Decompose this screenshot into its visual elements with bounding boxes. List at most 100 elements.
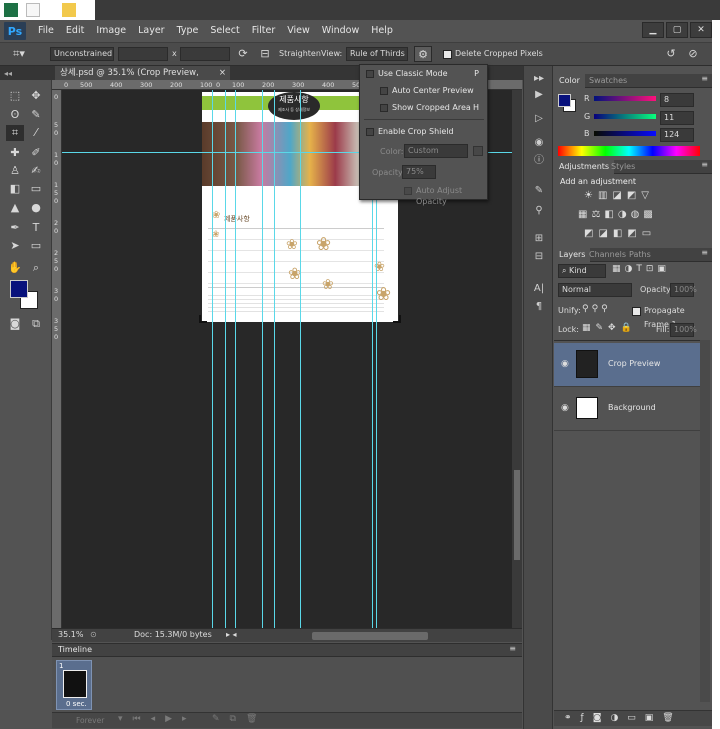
actions-panel-icon[interactable]: ▷ <box>531 112 547 126</box>
layer-filter-kind[interactable]: ⌕ Kind <box>558 264 606 278</box>
color-spectrum[interactable] <box>558 146 700 156</box>
status-icon[interactable]: ⊙ <box>90 630 97 639</box>
zoom-tool-icon[interactable]: ⌕ <box>27 260 45 276</box>
foreground-color-swatch[interactable] <box>10 280 28 298</box>
screen-mode-icon[interactable]: ⧉ <box>27 316 45 332</box>
menu-layer[interactable]: Layer <box>132 20 171 42</box>
info-panel-icon[interactable]: ⓘ <box>531 154 547 168</box>
color-panel-menu-icon[interactable]: ≡ <box>701 74 708 83</box>
r-slider[interactable] <box>594 96 656 101</box>
menu-edit[interactable]: Edit <box>60 20 90 42</box>
g-value[interactable]: 11 <box>660 111 694 125</box>
menu-view[interactable]: View <box>281 20 316 42</box>
shield-color-swatch[interactable] <box>473 146 483 156</box>
paragraph-panel-icon[interactable]: ¶ <box>531 300 547 314</box>
path-select-tool-icon[interactable]: ➤ <box>6 238 24 254</box>
playback-buttons[interactable]: ▾⏮◂▶▸ <box>118 714 197 724</box>
canvas-scroll-thumb[interactable] <box>514 470 520 560</box>
tab-paths[interactable]: Paths <box>624 248 656 262</box>
clone-source-icon[interactable]: ⚲ <box>531 204 547 218</box>
animation-frame[interactable]: 1 0 sec. <box>56 660 92 710</box>
document-tab-close[interactable]: × <box>219 66 226 80</box>
show-cropped-checkbox[interactable] <box>380 104 388 112</box>
reset-icon[interactable]: ↺ <box>662 46 680 62</box>
layer-row-background[interactable]: ◉ Background <box>554 387 700 431</box>
gear-icon[interactable]: ⚙ <box>414 46 432 62</box>
timeline-menu-icon[interactable]: ≡ <box>509 644 516 653</box>
pen-tool-icon[interactable]: ✒ <box>6 220 24 236</box>
shape-tool-icon[interactable]: ▭ <box>27 238 45 254</box>
quick-mask-icon[interactable]: ◙ <box>6 316 24 332</box>
horizontal-scroll-thumb[interactable] <box>312 632 428 640</box>
healing-tool-icon[interactable]: ✚ <box>6 145 24 161</box>
marquee-tool-icon[interactable]: ⬚ <box>6 88 24 104</box>
menu-window[interactable]: Window <box>316 20 365 42</box>
layer-row-crop-preview[interactable]: ◉ Crop Preview <box>554 343 700 387</box>
adjustment-icons-row-1[interactable]: ☀▥◪◩▽ <box>584 190 654 201</box>
overlay-select[interactable]: Rule of Thirds <box>346 47 408 61</box>
propagate-checkbox[interactable] <box>632 307 641 316</box>
blur-tool-icon[interactable]: ▲ <box>6 200 24 216</box>
loop-select[interactable]: Forever <box>76 716 104 725</box>
layers-scrollbar[interactable] <box>700 340 710 702</box>
brush-tool-icon[interactable]: ✐ <box>27 145 45 161</box>
dodge-tool-icon[interactable]: ● <box>27 200 45 216</box>
close-button[interactable]: ✕ <box>690 22 712 38</box>
width-input[interactable] <box>118 47 168 61</box>
blend-mode-select[interactable]: Normal <box>558 283 632 297</box>
vertical-guide[interactable] <box>300 90 301 628</box>
minimize-button[interactable]: ▁ <box>642 22 664 38</box>
stamp-tool-icon[interactable]: ♙ <box>6 163 24 179</box>
status-menu-arrow[interactable]: ▸ ◂ <box>226 630 237 639</box>
excel-shortcut-icon[interactable] <box>4 3 18 17</box>
tab-color[interactable]: Color <box>554 74 585 88</box>
crop-handle-bottom-right[interactable] <box>393 315 401 323</box>
document-tab[interactable]: 상세.psd @ 35.1% (Crop Preview, RGB/8) * × <box>55 66 230 92</box>
zoom-level[interactable]: 35.1% <box>58 630 83 639</box>
enable-shield-checkbox[interactable] <box>366 128 374 136</box>
eyedropper-tool-icon[interactable]: ⁄ <box>27 125 45 141</box>
menu-type[interactable]: Type <box>171 20 205 42</box>
adjustment-icons-row-3[interactable]: ◩◪◧◩▭ <box>584 228 656 239</box>
collapse-icon[interactable]: ▸▸ <box>531 72 547 86</box>
eraser-tool-icon[interactable]: ◧ <box>6 181 24 197</box>
aspect-ratio-select[interactable]: Unconstrained <box>50 47 114 61</box>
use-classic-checkbox[interactable] <box>366 70 374 78</box>
straighten-label[interactable]: Straighten <box>279 47 321 61</box>
gradient-tool-icon[interactable]: ▭ <box>27 181 45 197</box>
visibility-eye-icon[interactable]: ◉ <box>561 403 569 413</box>
color-panel-fg-swatch[interactable] <box>558 94 571 107</box>
lasso-tool-icon[interactable]: ʘ <box>6 107 24 123</box>
adjustment-icons-row-2[interactable]: ▦⚖◧◑◍▩ <box>578 209 657 220</box>
delete-cropped-checkbox[interactable] <box>443 50 452 59</box>
frame-delay[interactable]: 0 sec. <box>66 700 87 708</box>
frame-tool-buttons[interactable]: ✎⧉🗑 <box>212 714 267 724</box>
character-panel-icon[interactable]: A| <box>531 282 547 296</box>
quick-select-tool-icon[interactable]: ✎ <box>27 107 45 123</box>
visibility-eye-icon[interactable]: ◉ <box>561 359 569 369</box>
tab-swatches[interactable]: Swatches <box>584 74 632 88</box>
straighten-icon[interactable]: ⊟ <box>256 46 274 62</box>
lock-icons[interactable]: ▦✎✥🔒 <box>582 323 637 333</box>
r-value[interactable]: 8 <box>660 93 694 107</box>
document-shortcut-icon[interactable] <box>26 3 40 17</box>
menu-image[interactable]: Image <box>90 20 132 42</box>
auto-adjust-checkbox[interactable] <box>404 187 412 195</box>
folder-shortcut-icon[interactable] <box>62 3 76 17</box>
hand-tool-icon[interactable]: ✋ <box>6 260 24 276</box>
layer-opacity-input[interactable]: 100% <box>670 283 697 297</box>
b-slider[interactable] <box>594 131 656 136</box>
timeline-title[interactable]: Timeline <box>58 645 92 654</box>
shield-opacity-input[interactable]: 75% <box>402 165 436 179</box>
menu-help[interactable]: Help <box>365 20 399 42</box>
panel-collapse-icon[interactable]: ◂◂ <box>4 69 12 78</box>
auto-center-checkbox[interactable] <box>380 87 388 95</box>
history-panel-icon[interactable]: ▶ <box>531 88 547 102</box>
layer-action-icons[interactable]: ⚭ƒ◙◑▭▣🗑 <box>564 713 683 723</box>
properties-panel-icon[interactable]: ◉ <box>531 136 547 150</box>
crop-tool-icon[interactable]: ⌗ <box>6 125 24 141</box>
layer-filter-icons[interactable]: ▦◑T⊡▣ <box>612 264 670 274</box>
crop-handle-bottom-left[interactable] <box>199 315 207 323</box>
history-brush-icon[interactable]: ✍ <box>27 163 45 179</box>
layer-fill-input[interactable]: 100% <box>670 323 697 337</box>
